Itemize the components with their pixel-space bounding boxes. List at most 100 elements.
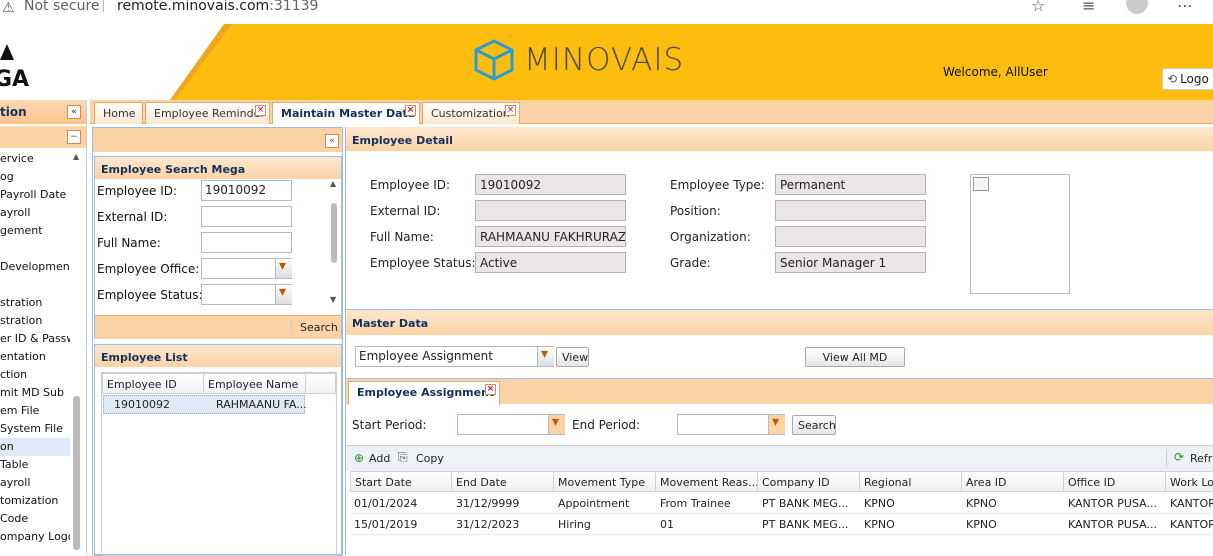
employee-status-combo[interactable]: [201, 284, 292, 305]
nav-title: tion: [0, 105, 27, 119]
welcome-text: Welcome, AllUser: [943, 65, 1048, 79]
detail-type-field: Permanent: [775, 174, 926, 195]
column-header[interactable]: Area ID: [962, 471, 1064, 492]
search-panel: « Employee Search Mega Employee ID: 1901…: [92, 127, 343, 556]
table-row[interactable]: 01/01/2024 31/12/9999 Appointment From Trai…: [350, 493, 1213, 514]
master-data-select[interactable]: Employee Assignment: [355, 346, 554, 367]
collapse-nav-button[interactable]: «: [67, 105, 81, 119]
column-header[interactable]: Work Lo: [1166, 471, 1213, 492]
nav-scrollbar[interactable]: ▲: [71, 150, 83, 550]
column-header[interactable]: Company ID: [758, 471, 860, 492]
nav-item[interactable]: mit MD Sub: [0, 384, 70, 402]
tab-bar: Home Employee Reminder × Maintain Master…: [90, 100, 1213, 124]
column-header[interactable]: End Date: [452, 471, 554, 492]
view-button[interactable]: View: [556, 347, 589, 367]
nav-item[interactable]: System File: [0, 420, 70, 438]
nav-item[interactable]: ompany Logo: [0, 528, 70, 546]
start-period-input[interactable]: [457, 414, 565, 435]
close-tab-icon[interactable]: ×: [485, 384, 496, 395]
table-row[interactable]: 19010092 RAHMAANU FA...: [103, 395, 307, 414]
nav-item[interactable]: Payroll Date: [0, 186, 70, 204]
warning-icon[interactable]: ⚠: [2, 0, 15, 16]
detail-full-name-label: Full Name:: [370, 230, 434, 244]
table-row[interactable]: 15/01/2019 31/12/2023 Hiring 01 PT BANK MEG.…: [350, 514, 1213, 535]
close-tab-icon[interactable]: ×: [255, 105, 266, 116]
nav-item[interactable]: ction: [0, 366, 70, 384]
column-header[interactable]: Start Date: [350, 471, 452, 492]
nav-item[interactable]: stration: [0, 312, 70, 330]
reading-list-icon[interactable]: ≡: [1082, 0, 1095, 15]
column-header[interactable]: Movement Type: [554, 471, 656, 492]
close-tab-icon[interactable]: ×: [505, 105, 516, 116]
add-button[interactable]: Add: [369, 452, 390, 465]
assignment-search-button[interactable]: Search: [792, 415, 836, 435]
column-employee-name[interactable]: Employee Name: [204, 373, 306, 394]
close-tab-icon[interactable]: ×: [405, 105, 416, 116]
column-employee-id[interactable]: Employee ID: [102, 373, 204, 394]
nav-item[interactable]: er ID & Passw: [0, 330, 70, 348]
nav-item[interactable]: Code: [0, 510, 70, 528]
detail-organization-field: [775, 226, 926, 247]
detail-status-field: Active: [475, 252, 626, 273]
copy-button[interactable]: Copy: [416, 452, 444, 465]
mega-logo-mark: [0, 44, 14, 60]
table-cell: KANTOR: [1170, 497, 1213, 510]
calendar-icon[interactable]: [768, 414, 785, 434]
dropdown-arrow-icon[interactable]: [537, 346, 554, 366]
tab-customization[interactable]: Customization ×: [422, 102, 520, 124]
nav-item[interactable]: gement: [0, 222, 70, 240]
more-menu-icon[interactable]: ⋯: [1177, 0, 1193, 15]
calendar-icon[interactable]: [548, 414, 565, 434]
nav-item[interactable]: [0, 276, 70, 294]
view-all-md-button[interactable]: View All MD: [805, 347, 905, 367]
collapse-search-button[interactable]: «: [325, 134, 339, 148]
tab-employee-reminder[interactable]: Employee Reminder ×: [145, 102, 270, 124]
collapse-group-button[interactable]: −: [67, 130, 81, 144]
copy-icon[interactable]: ⎘: [398, 450, 408, 465]
nav-item[interactable]: ayroll: [0, 204, 70, 222]
nav-item[interactable]: Development: [0, 258, 70, 276]
table-cell: KANTOR PUSA...: [1068, 497, 1157, 510]
logout-button[interactable]: ⟲ Logo: [1162, 68, 1213, 90]
search-form-scrollbar[interactable]: ▲ ▼: [330, 179, 340, 307]
employee-office-combo[interactable]: [201, 258, 292, 279]
nav-item[interactable]: on: [0, 438, 70, 456]
column-filler: [306, 373, 336, 394]
refresh-button[interactable]: Refr: [1190, 452, 1212, 465]
column-header[interactable]: Movement Reas...: [656, 471, 758, 492]
tab-maintain-master-data[interactable]: Maintain Master Data ×: [272, 102, 420, 124]
employee-detail-title: Employee Detail: [346, 127, 1213, 151]
nav-item[interactable]: ervice: [0, 150, 70, 168]
browser-address-bar[interactable]: ⚠ Not secure | remote.minovais.com:31139…: [0, 0, 1213, 24]
nav-item[interactable]: Table: [0, 456, 70, 474]
star-icon[interactable]: ☆: [1031, 0, 1045, 15]
dropdown-arrow-icon[interactable]: [275, 258, 292, 278]
url-text[interactable]: remote.minovais.com:31139: [117, 0, 318, 14]
nav-item[interactable]: ayroll: [0, 474, 70, 492]
table-cell: Hiring: [558, 518, 591, 531]
nav-item[interactable]: stration: [0, 294, 70, 312]
security-status[interactable]: Not secure: [24, 0, 100, 14]
refresh-icon[interactable]: ⟳: [1174, 450, 1184, 464]
search-button[interactable]: Search: [300, 321, 338, 334]
tab-employee-assignment[interactable]: Employee Assignment ×: [348, 381, 500, 405]
full-name-input[interactable]: [201, 232, 292, 253]
navigation-panel: tion « − ervice og Payroll Date ayroll geme…: [0, 100, 87, 555]
dropdown-arrow-icon[interactable]: [275, 284, 292, 304]
external-id-input[interactable]: [201, 206, 292, 227]
end-period-label: End Period:: [572, 418, 641, 432]
nav-item[interactable]: tomization: [0, 492, 70, 510]
tab-home[interactable]: Home: [94, 102, 143, 124]
end-period-input[interactable]: [677, 414, 785, 435]
employee-office-label: Employee Office:: [97, 262, 200, 276]
column-header[interactable]: Regional: [860, 471, 962, 492]
profile-icon[interactable]: [1126, 0, 1148, 14]
add-icon[interactable]: ⊕: [354, 451, 364, 465]
nav-item[interactable]: og: [0, 168, 70, 186]
column-header[interactable]: Office ID: [1064, 471, 1166, 492]
nav-item[interactable]: em File: [0, 402, 70, 420]
nav-item[interactable]: entation: [0, 348, 70, 366]
nav-item[interactable]: [0, 240, 70, 258]
employee-list-grid: Employee ID Employee Name 19010092 RAHMA…: [101, 372, 337, 556]
employee-id-input[interactable]: 19010092: [201, 180, 292, 201]
